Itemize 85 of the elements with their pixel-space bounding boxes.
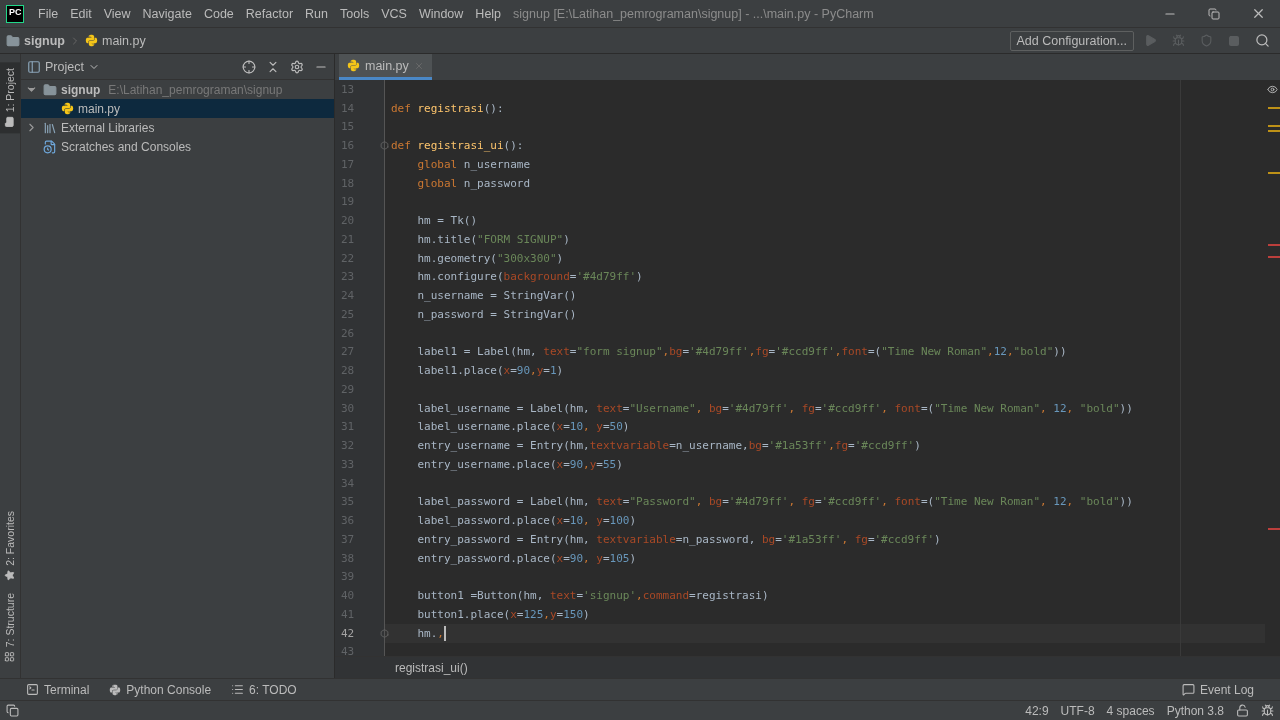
python-file-icon [347,59,360,72]
settings-icon[interactable] [290,59,304,74]
code-line: button1.place(x=125,y=150) [416,607,590,621]
terminal-icon [26,683,39,696]
line-number: 42 [340,626,356,640]
status-item[interactable]: 4 spaces [1106,703,1155,718]
python-file-icon [61,102,74,115]
list-icon [231,683,245,696]
menu-item[interactable]: Navigate [136,6,198,21]
menu-item[interactable]: Run [299,6,334,21]
favorites-icon [4,569,16,581]
code-line: entry_username = Entry(hm,textvariable=n_username,bg='#1a53ff',fg='#ccd9ff') [416,439,921,453]
tool-window-tab[interactable]: 2: Favorites [0,504,20,587]
menu-item[interactable]: File [32,6,65,21]
code-line: label1.place(x=90,y=1) [416,364,564,378]
code-line: n_password = StringVar() [416,307,577,321]
code-line: label_username.place(x=10, y=50) [416,420,630,434]
collapse-all-icon[interactable] [266,59,280,74]
tool-window-button[interactable]: 6: TODO [249,682,297,697]
restore-icon[interactable] [1208,7,1220,20]
code-line: button1 =Button(hm, text='signup',command=registrasi) [416,589,769,603]
code-line: label_password = Label(hm, text="Password", bg='#4d79ff', fg='#ccd9ff', font=("Time New Roman", 12, "bold")) [416,495,1133,509]
layout-toggle-icon[interactable] [6,704,19,717]
code-line: label_password.place(x=10, y=100) [416,514,637,528]
code-line: hm = Tk() [416,214,478,228]
app-logo: PC [6,4,24,23]
folder-icon [43,82,57,97]
tree-item[interactable]: signup E:\Latihan_pemrograman\signup [21,80,334,99]
code-line: n_username = StringVar() [416,289,577,303]
window-title: signup [E:\Latihan_pemrograman\signup] - ...\main.py - PyCharm [513,6,874,21]
breadcrumb-item[interactable]: signup [24,33,65,48]
menu-item[interactable]: Code [197,6,240,21]
folder-icon [6,33,20,48]
code-line: def registrasi_ui(): [391,139,524,153]
fold-icon[interactable] [380,141,389,151]
tree-item[interactable]: Scratches and Consoles [21,137,334,156]
code-line: hm.geometry("300x300") [416,251,564,265]
add-configuration-button[interactable]: Add Configuration... [1009,30,1134,51]
menu-item[interactable]: VCS [375,6,413,21]
project-icon [4,116,16,128]
code-line: label_username = Label(hm, text="Username", bg='#4d79ff', fg='#ccd9ff', font=("Time New Roman", 12, "bold")) [416,401,1133,415]
library-icon [43,120,57,135]
folder-path: E:\Latihan_pemrograman\signup [108,82,283,97]
close-tab-icon[interactable] [413,60,424,71]
menu-item[interactable]: Refactor [239,6,300,21]
code-line: entry_password = Entry(hm, textvariable=n_password, bg='#1a53ff', fg='#ccd9ff') [416,532,941,546]
code-line: label1 = Label(hm, text="form signup",bg='#4d79ff',fg='#ccd9ff',font=("Time New Roman",12,"bold")) [416,345,1067,359]
status-item[interactable]: Python 3.8 [1166,703,1224,718]
menu-item[interactable]: View [97,6,137,21]
code-line: def registrasi(): [391,101,504,115]
tool-window-tab[interactable]: 1: Project [0,62,20,134]
code-line: global n_password [416,176,531,190]
code-breadcrumb[interactable]: registrasi_ui() [395,660,468,675]
fold-icon[interactable] [380,628,389,638]
panel-title[interactable]: Project [45,59,84,74]
editor-tab[interactable]: main.py [339,54,432,80]
lock-icon[interactable] [1236,704,1249,717]
python-icon [109,683,122,696]
status-item[interactable]: 42:9 [1025,703,1049,718]
structure-icon [4,651,16,662]
tool-window-button[interactable]: Python Console [126,682,212,697]
tree-item[interactable]: main.py [21,99,334,118]
tree-item[interactable]: External Libraries [21,118,334,137]
breadcrumb-item[interactable]: main.py [101,33,146,48]
code-line: hm.configure(background='#4d79ff') [416,270,643,284]
event-log-icon [1181,683,1195,696]
menu-item[interactable]: Edit [64,6,98,21]
menu-item[interactable]: Tools [334,6,376,21]
menu-item[interactable]: Help [469,6,508,21]
code-line: hm.title("FORM SIGNUP") [416,232,570,246]
panel-icon [27,59,41,74]
menu-item[interactable]: Window [412,6,470,21]
tool-window-tab[interactable]: 7: Structure [0,586,20,668]
code-line: global n_username [416,157,531,171]
code-line: hm., [416,625,446,641]
python-file-icon [84,34,98,47]
event-log-button[interactable]: Event Log [1199,682,1254,697]
text-caret [444,625,446,641]
locate-icon[interactable] [242,59,256,74]
status-item[interactable]: UTF-8 [1060,703,1095,718]
code-line: entry_password.place(x=90, y=105) [416,551,637,565]
eye-icon[interactable] [1267,84,1278,95]
scratch-icon [43,139,57,154]
code-line: entry_username.place(x=90,y=55) [416,457,623,471]
tool-window-button[interactable]: Terminal [44,682,90,697]
